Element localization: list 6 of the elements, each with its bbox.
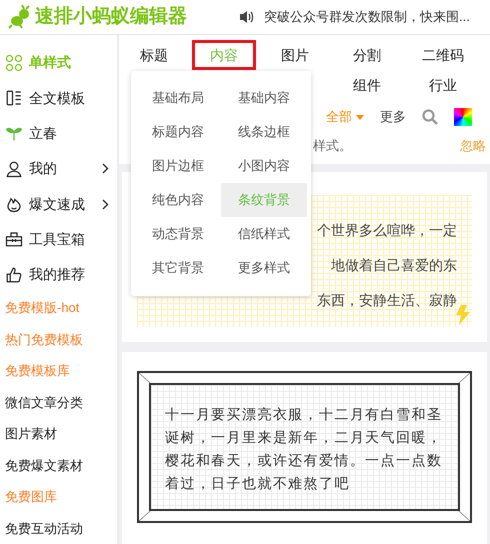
notice-text: 样式。: [313, 137, 353, 156]
card-text-line: 个世界多么喧哗，一定: [317, 221, 457, 240]
app-title: 速排小蚂蚁编辑器: [35, 4, 187, 29]
card-text-line: 东西，安静生活、寂静: [317, 291, 457, 310]
card-text-line: 地做着自己喜爱的东: [331, 256, 457, 275]
card-paragraph: 十一月要买漂亮衣服，十二月有白雪和圣诞树，一月里来是新年，二月天气回暖，樱花和春天，或许还有爱情。一点一点数着过，日子也就不难熬了吧: [165, 405, 444, 493]
